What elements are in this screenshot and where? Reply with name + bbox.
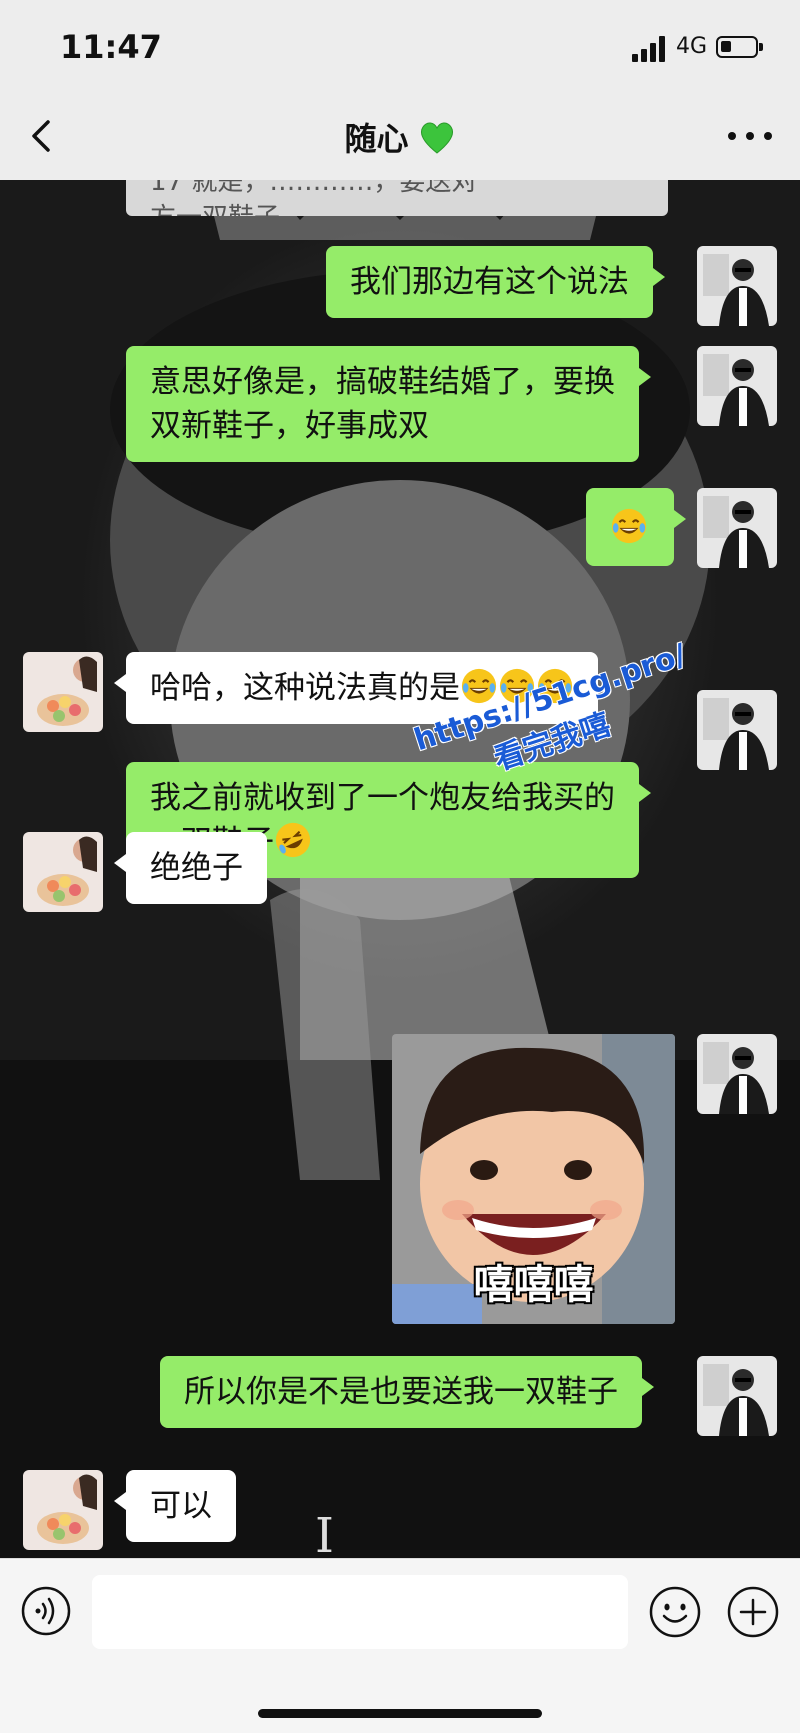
network-type: 4G: [676, 34, 708, 59]
message-line: 绝绝子: [150, 850, 243, 886]
message-line: 可以: [150, 1488, 212, 1524]
message-line: 双新鞋子，好事成双: [150, 408, 429, 444]
message-line: 意思好像是，搞破鞋结婚了，要换: [150, 364, 615, 400]
message-line: 17 就是，…………，要送对: [150, 180, 478, 197]
more-dots-icon[interactable]: [728, 126, 772, 146]
battery-icon: [716, 36, 763, 58]
contact-avatar[interactable]: [23, 652, 103, 732]
contact-avatar[interactable]: [23, 1470, 103, 1550]
my-avatar[interactable]: [697, 690, 777, 770]
message-input[interactable]: [92, 1575, 628, 1649]
my-message-bubble[interactable]: 意思好像是，搞破鞋结婚了，要换 双新鞋子，好事成双: [126, 346, 651, 462]
contact-message-bubble[interactable]: 绝绝子: [114, 832, 267, 904]
message-text: 哈哈，这种说法真的是: [150, 670, 460, 706]
plus-icon[interactable]: [726, 1585, 780, 1639]
message-line: 方一双鞋子: [150, 200, 644, 216]
my-avatar[interactable]: [697, 246, 777, 326]
chat-title: 随心: [344, 120, 409, 158]
contact-avatar[interactable]: [23, 832, 103, 912]
my-avatar[interactable]: [697, 1356, 777, 1436]
chat-header: 随心: [0, 96, 800, 180]
my-avatar[interactable]: [697, 488, 777, 568]
my-avatar[interactable]: [697, 1034, 777, 1114]
laughing-tears-emoji: [611, 508, 647, 544]
my-message-bubble[interactable]: 我们那边有这个说法: [326, 246, 665, 318]
chat-title-wrap: 随心: [0, 114, 800, 160]
message-line: 所以你是不是也要送我一双鞋子: [184, 1374, 618, 1410]
my-message-bubble[interactable]: 所以你是不是也要送我一双鞋子: [160, 1356, 654, 1428]
home-indicator[interactable]: [258, 1709, 542, 1718]
chat-area[interactable]: I 17 就是，…………，要送对 方一双鞋子 我们那边有这个说法 意思好像是，搞…: [0, 180, 800, 1558]
rolling-laugh-emoji: [275, 822, 311, 858]
svg-text:I: I: [315, 1508, 334, 1558]
emoji-icon[interactable]: [648, 1585, 702, 1639]
signal-icon: [632, 36, 666, 62]
message-line: 我们那边有这个说法: [350, 264, 629, 300]
voice-icon[interactable]: [20, 1585, 72, 1637]
green-heart-icon: [420, 122, 453, 154]
my-message-bubble[interactable]: [586, 488, 686, 566]
status-time: 11:47: [60, 28, 162, 66]
status-bar: 11:47 4G: [0, 0, 800, 96]
quoted-message[interactable]: 17 就是，…………，要送对 方一双鞋子: [126, 180, 668, 216]
my-avatar[interactable]: [697, 346, 777, 426]
sticker-caption: 嘻嘻嘻: [473, 1262, 594, 1308]
sticker-image[interactable]: 嘻嘻嘻: [392, 1034, 675, 1324]
input-bar: [0, 1558, 800, 1733]
message-line: 我之前就收到了一个炮友给我买的: [150, 780, 615, 816]
contact-message-bubble[interactable]: 可以: [114, 1470, 236, 1542]
